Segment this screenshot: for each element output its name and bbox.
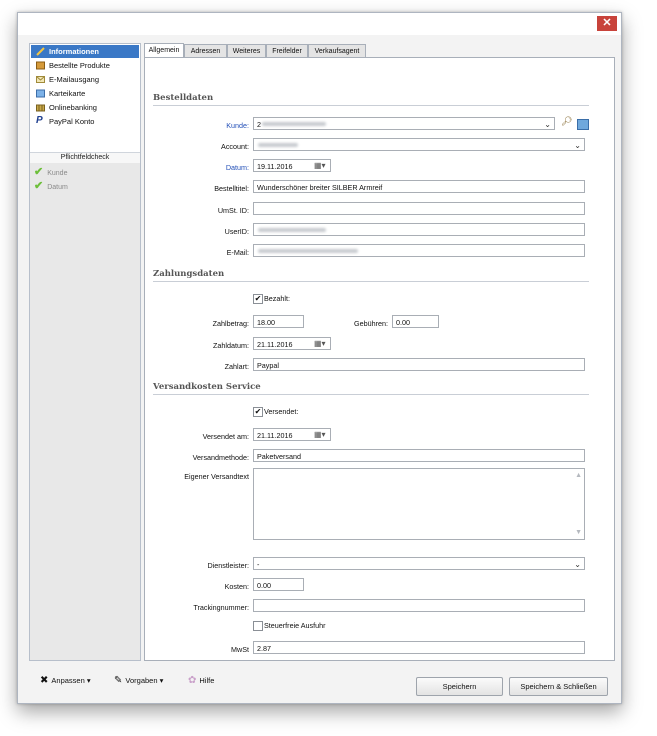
userid-label: UserID: bbox=[224, 227, 249, 236]
steuerfreie-ausfuhr-label: Steuerfreie Ausfuhr bbox=[264, 621, 326, 630]
sidebar-item-label: Informationen bbox=[49, 47, 99, 56]
datum-label: Datum: bbox=[225, 163, 249, 172]
zahlart-label: Zahlart: bbox=[224, 362, 249, 371]
tab-verkaufsagent[interactable]: Verkaufsagent bbox=[308, 44, 366, 58]
userid-input[interactable] bbox=[253, 223, 585, 236]
check-item-datum: ✔ Datum bbox=[34, 180, 68, 192]
zahlbetrag-label: Zahlbetrag: bbox=[212, 319, 249, 328]
sidebar-item-label: PayPal Konto bbox=[49, 117, 95, 126]
mwst-label: MwSt bbox=[231, 645, 249, 654]
pen-icon: ✎ bbox=[114, 675, 123, 686]
sidebar-item-paypal-konto[interactable]: P PayPal Konto bbox=[31, 115, 139, 128]
sidebar-item-label: Karteikarte bbox=[49, 89, 86, 98]
gebuehren-label: Gebühren: bbox=[354, 319, 388, 328]
speichern-button[interactable]: Speichern bbox=[416, 677, 503, 696]
checkmark-icon: ✔ bbox=[34, 180, 44, 192]
kosten-input[interactable]: 0.00 bbox=[253, 578, 304, 591]
sidebar: Informationen Bestellte Produkte E-Maila… bbox=[29, 43, 141, 661]
scroll-down-icon[interactable]: ▼ bbox=[575, 529, 582, 536]
zahldatum-label: Zahldatum: bbox=[213, 341, 249, 350]
mail-icon bbox=[36, 75, 45, 84]
title-bar: ✕ bbox=[18, 13, 621, 35]
pencil-icon bbox=[36, 47, 45, 56]
umst-id-input[interactable] bbox=[253, 202, 585, 215]
box-icon bbox=[36, 61, 45, 70]
steuerfreie-ausfuhr-checkbox[interactable] bbox=[253, 621, 263, 631]
calendar-dropdown-icon[interactable]: ▦▾ bbox=[314, 160, 328, 171]
chevron-down-icon: ⌄ bbox=[544, 120, 551, 129]
sidebar-item-bestellte-produkte[interactable]: Bestellte Produkte bbox=[31, 59, 139, 72]
kunde-label: Kunde: bbox=[226, 121, 249, 130]
eigener-versandtext-label: Eigener Versandtext bbox=[184, 472, 249, 481]
tab-adressen[interactable]: Adressen bbox=[184, 44, 227, 58]
kosten-label: Kosten: bbox=[224, 582, 249, 591]
account-select[interactable]: ⌄ bbox=[253, 138, 585, 151]
mwst-input[interactable]: 2.87 bbox=[253, 641, 585, 654]
vorgaben-button[interactable]: ✎ Vorgaben ▾ bbox=[114, 675, 163, 687]
check-item-kunde: ✔ Kunde bbox=[34, 166, 68, 178]
chevron-down-icon: ⌄ bbox=[574, 141, 581, 150]
card-icon bbox=[36, 89, 45, 98]
datum-date-picker[interactable]: 19.11.2016 ▦▾ bbox=[253, 159, 331, 172]
help-icon: ✿ bbox=[188, 675, 197, 686]
edit-customer-icon[interactable] bbox=[577, 119, 589, 130]
section-versandkosten-service: Versandkosten Service bbox=[153, 382, 589, 395]
close-button[interactable]: ✕ bbox=[597, 16, 617, 31]
eigener-versandtext-textarea[interactable]: ▲ ▼ bbox=[253, 468, 585, 540]
zahlart-input[interactable]: Paypal bbox=[253, 358, 585, 371]
tab-allgemein[interactable]: Allgemein bbox=[144, 43, 184, 58]
chevron-down-icon: ⌄ bbox=[574, 560, 581, 569]
bottom-toolbar: ✖ Anpassen ▾ ✎ Vorgaben ▾ ✿ Hilfe Speichern… bbox=[18, 663, 621, 703]
gebuehren-input[interactable]: 0.00 bbox=[392, 315, 439, 328]
sidebar-item-label: Onlinebanking bbox=[49, 103, 97, 112]
kunde-select[interactable]: 2 ⌄ bbox=[253, 117, 555, 130]
calendar-dropdown-icon[interactable]: ▦▾ bbox=[314, 429, 328, 440]
email-label: E-Mail: bbox=[226, 248, 249, 257]
tools-icon: ✖ bbox=[40, 675, 49, 686]
versendet-label: Versendet: bbox=[264, 407, 299, 416]
zahldatum-date-picker[interactable]: 21.11.2016 ▦▾ bbox=[253, 337, 331, 350]
section-zahlungsdaten: Zahlungsdaten bbox=[153, 269, 589, 282]
anpassen-button[interactable]: ✖ Anpassen ▾ bbox=[40, 675, 91, 687]
bestelltitel-input[interactable]: Wunderschöner breiter SILBER Armreif bbox=[253, 180, 585, 193]
bank-icon bbox=[36, 103, 45, 112]
sidebar-item-label: E-Mailausgang bbox=[49, 75, 100, 84]
calendar-dropdown-icon[interactable]: ▦▾ bbox=[314, 338, 328, 349]
sidebar-item-label: Bestellte Produkte bbox=[49, 61, 110, 70]
paypal-icon: P bbox=[36, 115, 43, 126]
sidebar-item-informationen[interactable]: Informationen bbox=[31, 45, 139, 58]
tab-freifelder[interactable]: Freifelder bbox=[266, 44, 308, 58]
versendet-checkbox[interactable]: ✔ bbox=[253, 407, 263, 417]
trackingnummer-label: Trackingnummer: bbox=[193, 603, 249, 612]
required-check-list: ✔ Kunde ✔ Datum bbox=[30, 163, 140, 660]
tab-weiteres[interactable]: Weiteres bbox=[227, 44, 266, 58]
scroll-up-icon[interactable]: ▲ bbox=[575, 472, 582, 479]
versendet-am-label: Versendet am: bbox=[202, 432, 249, 441]
bezahlt-label: Bezahlt: bbox=[264, 294, 290, 303]
bezahlt-checkbox[interactable]: ✔ bbox=[253, 294, 263, 304]
bestelltitel-label: Bestelltitel: bbox=[214, 184, 249, 193]
sidebar-item-karteikarte[interactable]: Karteikarte bbox=[31, 87, 139, 100]
order-dialog: ✕ Informationen Bestellte Produkte E-Mai… bbox=[17, 12, 622, 704]
account-label: Account: bbox=[221, 142, 249, 151]
speichern-schliessen-button[interactable]: Speichern & Schließen bbox=[509, 677, 608, 696]
versandmethode-label: Versandmethode: bbox=[192, 453, 249, 462]
umst-id-label: UmSt. ID: bbox=[217, 206, 249, 215]
section-bestelldaten: Bestelldaten bbox=[153, 93, 589, 106]
versendet-am-date-picker[interactable]: 21.11.2016 ▦▾ bbox=[253, 428, 331, 441]
general-tab-panel: Bestelldaten Kunde: 2 ⌄ 🔎︎ Account: ⌄ Da… bbox=[144, 57, 615, 661]
trackingnummer-input[interactable] bbox=[253, 599, 585, 612]
search-icon[interactable]: 🔎︎ bbox=[561, 116, 572, 127]
sidebar-item-onlinebanking[interactable]: Onlinebanking bbox=[31, 101, 139, 114]
dienstleister-select[interactable]: - ⌄ bbox=[253, 557, 585, 570]
dienstleister-label: Dienstleister: bbox=[207, 561, 249, 570]
sidebar-item-e-mailausgang[interactable]: E-Mailausgang bbox=[31, 73, 139, 86]
email-input[interactable] bbox=[253, 244, 585, 257]
checkmark-icon: ✔ bbox=[34, 166, 44, 178]
hilfe-button[interactable]: ✿ Hilfe bbox=[188, 675, 214, 687]
versandmethode-input[interactable]: Paketversand bbox=[253, 449, 585, 462]
